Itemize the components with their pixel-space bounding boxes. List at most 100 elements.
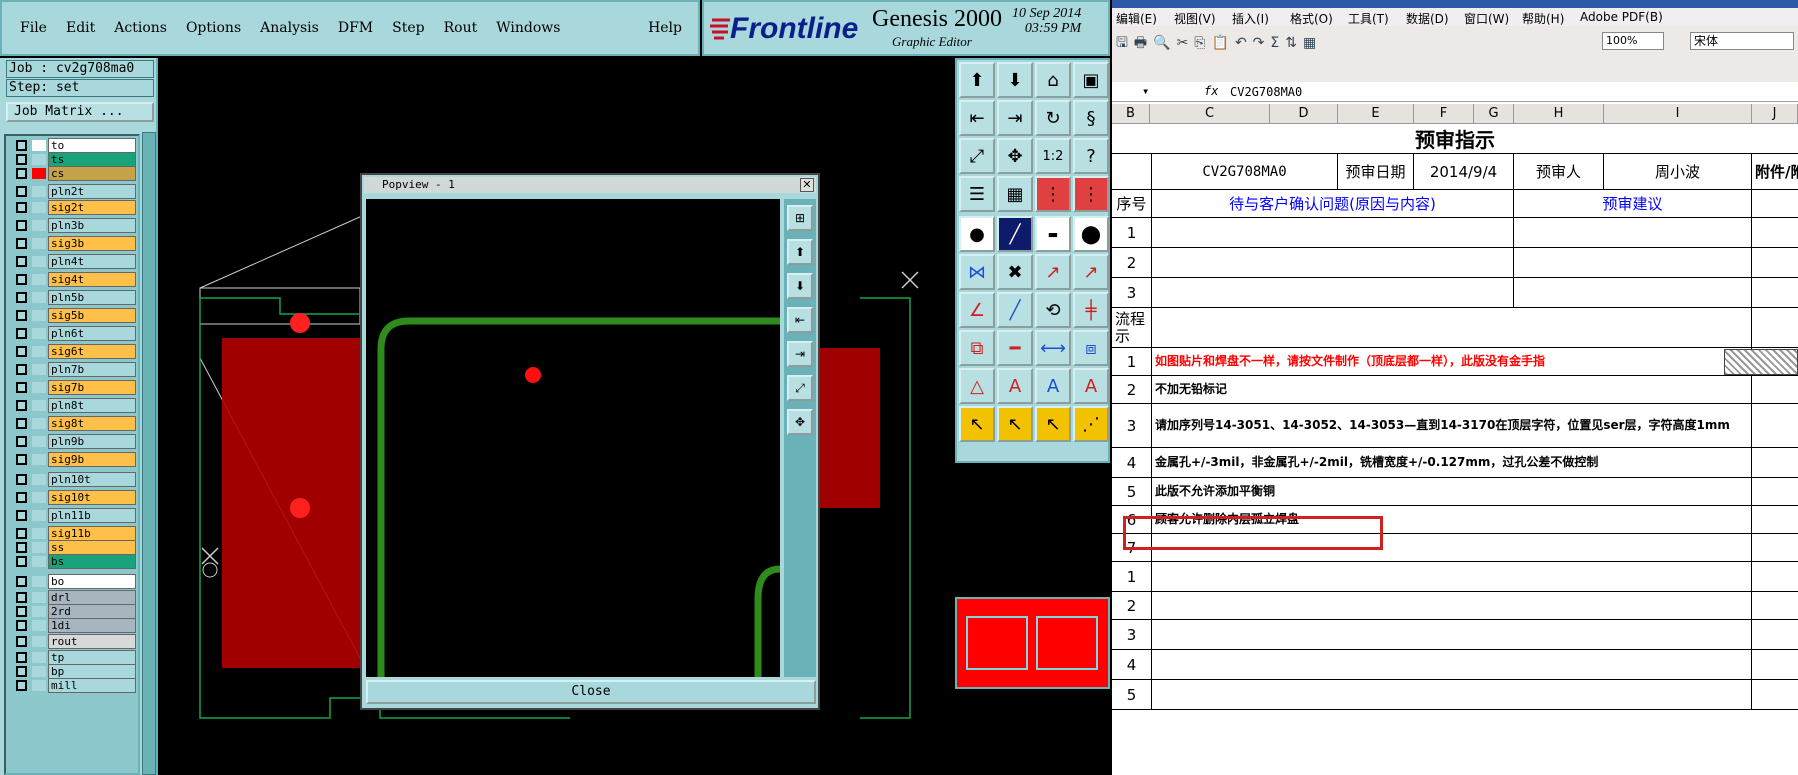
item-row[interactable]: 1: [1112, 562, 1798, 592]
item-attach[interactable]: [1752, 592, 1798, 619]
layer-checkbox[interactable]: [16, 652, 27, 663]
layer-checkbox[interactable]: [16, 510, 27, 521]
pv-zoom-icon[interactable]: ⊞: [787, 205, 813, 231]
item-row[interactable]: 1 如图贴片和焊盘不一样，请按文件制作（顶底层都一样），此版没有金手指: [1112, 348, 1798, 376]
pv-left-icon[interactable]: ⇤: [787, 307, 813, 333]
item-row[interactable]: 2 不加无铅标记: [1112, 376, 1798, 404]
layer-row[interactable]: pln2t: [10, 184, 136, 199]
item-attach[interactable]: [1752, 376, 1798, 403]
font-select[interactable]: 宋体: [1690, 32, 1794, 50]
scale-1-2-icon[interactable]: 1:2: [1035, 138, 1071, 174]
issue-label[interactable]: 待与客户确认问题(原因与内容): [1152, 190, 1514, 217]
row-number[interactable]: 2: [1112, 248, 1152, 277]
layer-name[interactable]: sig6t: [48, 344, 136, 359]
item-text[interactable]: 此版不允许添加平衡铜: [1152, 478, 1752, 505]
item-text[interactable]: [1152, 680, 1752, 709]
attachment-thumbnail[interactable]: [1724, 349, 1798, 375]
sheet-grid[interactable]: 预审指示CV2G708MA0预审日期2014/9/4预审人周小波附件/附图序号待…: [1112, 124, 1798, 775]
menu-dfm[interactable]: DFM: [338, 20, 373, 36]
layer-checkbox[interactable]: [16, 576, 27, 587]
layer-name[interactable]: pln7b: [48, 362, 136, 377]
layer-checkbox[interactable]: [16, 606, 27, 617]
redraw-icon[interactable]: ↻: [1035, 100, 1071, 136]
job-matrix-button[interactable]: Job Matrix ...: [6, 102, 154, 122]
column-header[interactable]: C: [1150, 104, 1270, 124]
layer-name[interactable]: sig4t: [48, 272, 136, 287]
layer-row[interactable]: sig8t: [10, 416, 136, 431]
cell-blank[interactable]: [1752, 308, 1798, 347]
popview-close-button[interactable]: Close: [366, 680, 816, 704]
column-header[interactable]: I: [1604, 104, 1752, 124]
line-tool-icon[interactable]: ╱: [997, 216, 1033, 252]
question-row[interactable]: 3: [1112, 278, 1798, 308]
item-attach[interactable]: [1752, 478, 1798, 505]
pv-up-icon[interactable]: ⬆: [787, 239, 813, 265]
layer-row[interactable]: 1di: [10, 618, 136, 633]
layer-checkbox[interactable]: [16, 556, 27, 567]
item-number[interactable]: 2: [1112, 376, 1152, 403]
layer-row[interactable]: sig3b: [10, 236, 136, 251]
item-row[interactable]: 2: [1112, 592, 1798, 620]
component-icon[interactable]: ⧈: [1073, 330, 1109, 366]
layer-row[interactable]: mill: [10, 678, 136, 693]
layer-row[interactable]: bo: [10, 574, 136, 589]
layer-checkbox[interactable]: [16, 186, 27, 197]
layer-checkbox[interactable]: [16, 542, 27, 553]
layer-checkbox[interactable]: [16, 592, 27, 603]
column-header[interactable]: B: [1112, 104, 1150, 124]
date-label[interactable]: 预审日期: [1338, 154, 1414, 189]
layer-row[interactable]: pln10t: [10, 472, 136, 487]
question-row[interactable]: 2: [1112, 248, 1798, 278]
menu-help[interactable]: Help: [648, 20, 682, 36]
layer-checkbox[interactable]: [16, 382, 27, 393]
arc-icon[interactable]: ⟲: [1035, 292, 1071, 328]
move-down-icon[interactable]: ⬇: [997, 62, 1033, 98]
layer-name[interactable]: bo: [48, 574, 136, 589]
layer-checkbox[interactable]: [16, 474, 27, 485]
layer-name[interactable]: 2rd: [48, 604, 136, 619]
layer-row[interactable]: pln3b: [10, 218, 136, 233]
title-row[interactable]: 预审指示: [1112, 124, 1798, 154]
layer-checkbox[interactable]: [16, 492, 27, 503]
help-icon[interactable]: ?: [1073, 138, 1109, 174]
item-text[interactable]: [1152, 562, 1752, 591]
menu-step[interactable]: Step: [392, 20, 424, 36]
menu-options[interactable]: Options: [186, 20, 241, 36]
settings-icon[interactable]: ☰: [959, 176, 995, 212]
question-row[interactable]: 1: [1112, 218, 1798, 248]
layer-row[interactable]: drl: [10, 590, 136, 605]
item-text[interactable]: [1152, 592, 1752, 619]
layer-name[interactable]: tp: [48, 650, 136, 665]
item-text[interactable]: [1152, 620, 1752, 649]
item-attach[interactable]: [1752, 404, 1798, 447]
attach-label[interactable]: 附件/附图: [1752, 154, 1798, 189]
excel-menu-item[interactable]: 帮助(H): [1522, 10, 1564, 27]
excel-menu-item[interactable]: 数据(D): [1406, 10, 1449, 27]
layer-scrollbar[interactable]: [142, 132, 156, 775]
layer-name[interactable]: pln6t: [48, 326, 136, 341]
item-text[interactable]: [1152, 650, 1752, 679]
layer-row[interactable]: bs: [10, 554, 136, 569]
pointer-icon[interactable]: ↖: [959, 406, 995, 442]
cell-blank[interactable]: [1752, 278, 1798, 307]
layer-row[interactable]: sig11b: [10, 526, 136, 541]
move-pad-icon[interactable]: ⧉: [959, 330, 995, 366]
menu-windows[interactable]: Windows: [496, 20, 560, 36]
layer-row[interactable]: ts: [10, 152, 136, 167]
angle-icon[interactable]: ∠: [959, 292, 995, 328]
item-number[interactable]: 4: [1112, 448, 1152, 477]
layer-row[interactable]: pln11b: [10, 508, 136, 523]
ruler-icon[interactable]: ▬: [1035, 216, 1071, 252]
layer-name[interactable]: to: [48, 138, 136, 153]
pointer-box-2-icon[interactable]: ↖: [1035, 406, 1071, 442]
item-text[interactable]: 不加无铅标记: [1152, 376, 1752, 403]
net-red-icon[interactable]: ⋮: [1035, 176, 1071, 212]
close-icon[interactable]: ✕: [800, 178, 814, 192]
flow-cell[interactable]: [1152, 308, 1752, 347]
flow-label[interactable]: 流程 示: [1112, 308, 1152, 347]
pointer-box-icon[interactable]: ↖: [997, 406, 1033, 442]
point-b-icon[interactable]: ↗: [1073, 254, 1109, 290]
layer-checkbox[interactable]: [16, 238, 27, 249]
layer-checkbox[interactable]: [16, 636, 27, 647]
layer-name[interactable]: ss: [48, 540, 136, 555]
